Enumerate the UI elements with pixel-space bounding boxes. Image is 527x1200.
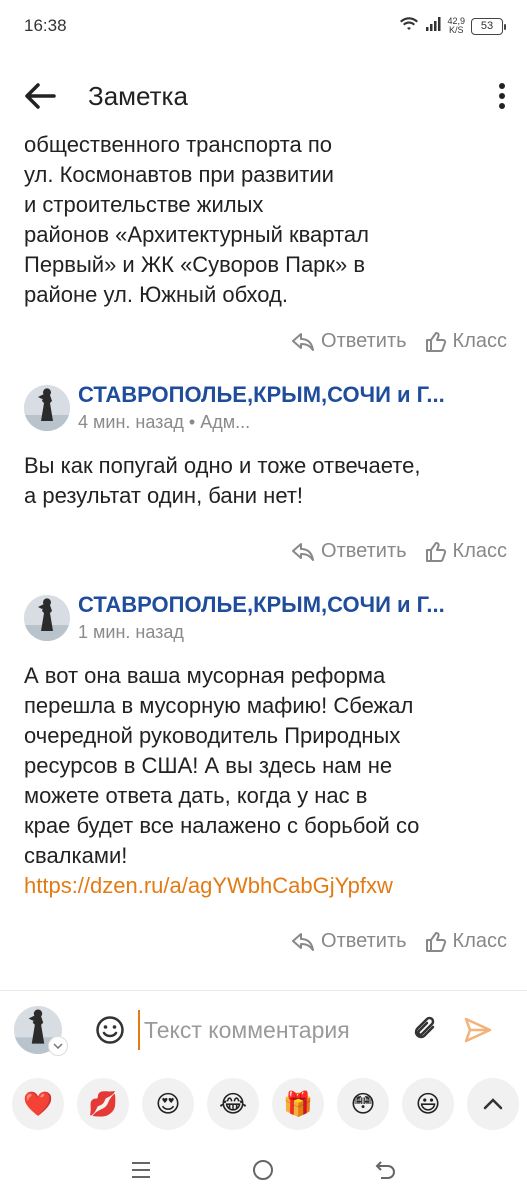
comment-input[interactable] [138, 1010, 388, 1050]
send-button[interactable] [460, 1012, 496, 1048]
avatar[interactable] [24, 594, 70, 641]
comment-text-line: очередной руководитель Природных [24, 723, 401, 748]
comment-text: Вы как попугай одно и тоже отвечаете, а … [24, 451, 514, 511]
network-speed-unit: K/S [448, 25, 464, 35]
battery-level: 53 [480, 20, 494, 32]
return-icon [375, 1161, 395, 1179]
author-switcher[interactable] [14, 1006, 68, 1056]
comment-text-line: А вот она ваша мусорная реформа [24, 663, 386, 688]
paperclip-icon [414, 1016, 435, 1039]
comment-text-line: а результат один, бани нет! [24, 483, 304, 508]
reply-button[interactable]: Ответить [291, 930, 407, 953]
comment-text-line: ресурсов в США! А вы здесь нам не [24, 753, 393, 778]
more-options-button[interactable] [477, 66, 527, 126]
reply-label: Ответить [321, 330, 407, 352]
thumbs-up-icon [425, 331, 446, 352]
comment-author[interactable]: СТАВРОПОЛЬЕ,КРЫМ,СОЧИ и Г... [78, 382, 498, 408]
comment-text-line: крае будет все налажено с борьбой со [24, 813, 420, 838]
comment-actions: Ответить Класс [291, 540, 507, 563]
comment-actions: Ответить Класс [291, 930, 507, 953]
chevron-down-icon [48, 1036, 68, 1056]
smile-icon [96, 1016, 124, 1044]
composer-divider [0, 990, 527, 991]
comment-author[interactable]: СТАВРОПОЛЬЕ,КРЫМ,СОЧИ и Г... [78, 592, 498, 618]
comment-time: 1 мин. назад [78, 622, 184, 642]
reply-button[interactable]: Ответить [291, 540, 407, 563]
send-icon [464, 1017, 492, 1043]
reply-label: Ответить [321, 930, 407, 952]
signal-icon [425, 16, 441, 37]
comment-link[interactable]: https://dzen.ru/a/agYWbhCabGjYpfxw [24, 871, 514, 901]
status-bar: 16:38 42,9 K/S 53 [0, 0, 527, 52]
reaction-heart[interactable]: ❤️ [12, 1078, 64, 1130]
page-title: Заметка [88, 80, 188, 111]
thumbs-up-icon [425, 931, 446, 952]
arrow-left-icon [25, 83, 56, 109]
back-button[interactable] [0, 66, 80, 126]
reaction-smile[interactable]: 😃 [402, 1078, 454, 1130]
comment-item: СТАВРОПОЛЬЕ,КРЫМ,СОЧИ и Г... 4 мин. наза… [24, 382, 514, 511]
attach-button[interactable] [408, 1012, 444, 1048]
more-vertical-icon [499, 83, 505, 109]
reply-label: Ответить [321, 540, 407, 562]
reply-icon [292, 932, 315, 951]
comment-composer [0, 1000, 527, 1060]
battery-icon: 53 [471, 17, 506, 35]
reply-icon [292, 332, 315, 351]
reaction-kiss[interactable]: 💋 [77, 1078, 129, 1130]
expand-reactions-button[interactable] [467, 1078, 519, 1130]
system-nav-bar [0, 1140, 527, 1200]
reaction-gift[interactable]: 🎁 [272, 1078, 324, 1130]
reaction-flushed[interactable]: 😳 [337, 1078, 389, 1130]
comment-time: 4 мин. назад • Адм... [78, 412, 251, 432]
comment-text-line: можете ответа дать, когда у нас в [24, 783, 368, 808]
status-time: 16:38 [24, 16, 67, 35]
comment-text: А вот она ваша мусорная реформа перешла … [24, 661, 514, 901]
post-actions: Ответить Класс [291, 330, 507, 353]
like-button[interactable]: Класс [425, 330, 507, 353]
menu-icon [132, 1162, 151, 1178]
circle-icon [253, 1160, 274, 1180]
like-label: Класс [452, 540, 507, 562]
comment-text-line: Вы как попугай одно и тоже отвечаете, [24, 453, 421, 478]
comment-item: СТАВРОПОЛЬЕ,КРЫМ,СОЧИ и Г... 1 мин. наза… [24, 592, 514, 901]
wifi-icon [399, 16, 419, 37]
chevron-up-icon [483, 1098, 503, 1110]
status-icons: 42,9 K/S 53 [399, 16, 506, 37]
comment-text-line: свалками! [24, 843, 128, 868]
post-text: общественного транспорта по ул. Космонав… [24, 130, 504, 310]
like-label: Класс [452, 330, 507, 352]
recent-apps-button[interactable] [121, 1150, 161, 1190]
system-back-button[interactable] [366, 1150, 406, 1190]
reply-icon [292, 542, 315, 561]
post-text-line: районе ул. Южный обход. [24, 282, 288, 307]
thumbs-up-icon [425, 541, 446, 562]
post-text-line: общественного транспорта по [24, 132, 333, 157]
post-text-line: и строительстве жилых [24, 192, 264, 217]
avatar[interactable] [24, 384, 70, 431]
post-text-line: ул. Космонавтов при развитии [24, 162, 334, 187]
post-text-line: Первый» и ЖК «Суворов Парк» в [24, 252, 366, 277]
comment-text-line: перешла в мусорную мафию! Сбежал [24, 693, 414, 718]
post-text-line: районов «Архитектурный квартал [24, 222, 369, 247]
network-speed: 42,9 K/S [447, 17, 465, 35]
like-label: Класс [452, 930, 507, 952]
like-button[interactable]: Класс [425, 540, 507, 563]
reaction-tears-of-joy[interactable]: 😂 [207, 1078, 259, 1130]
home-button[interactable] [243, 1150, 283, 1190]
emoji-button[interactable] [92, 1012, 128, 1048]
app-header: Заметка [0, 66, 527, 126]
reaction-heart-eyes[interactable]: 😍 [142, 1078, 194, 1130]
quick-reactions: ❤️ 💋 😍 😂 🎁 😳 😃 [12, 1078, 519, 1130]
like-button[interactable]: Класс [425, 930, 507, 953]
reply-button[interactable]: Ответить [291, 330, 407, 353]
